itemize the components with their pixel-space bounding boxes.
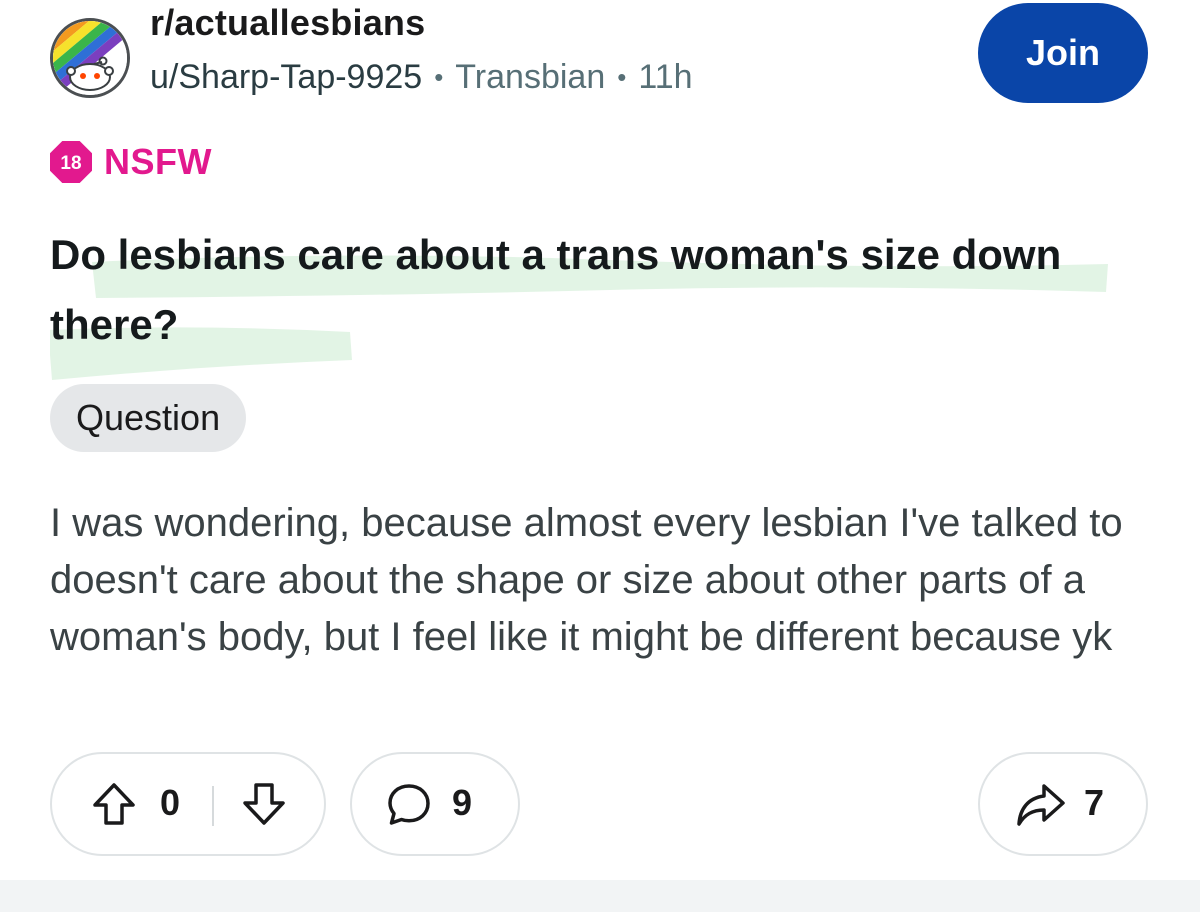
share-arrow-icon: [1016, 782, 1066, 828]
user-flair: Transbian: [455, 58, 606, 96]
nsfw-badge-text: 18: [60, 153, 81, 174]
comments-button[interactable]: 9: [350, 752, 520, 856]
speech-bubble-icon: [386, 782, 432, 828]
post-title[interactable]: Do lesbians care about a trans woman's s…: [50, 220, 1160, 360]
nsfw-tag: 18 NSFW: [50, 140, 212, 184]
share-button[interactable]: 7: [978, 752, 1148, 856]
subreddit-name[interactable]: r/actuallesbians: [150, 2, 425, 44]
post-meta: u/Sharp-Tap-9925 • Transbian • 11h: [150, 58, 693, 97]
vote-divider: [212, 786, 214, 826]
subreddit-avatar-icon[interactable]: [50, 18, 130, 98]
feed-divider: [0, 880, 1200, 912]
arrow-up-icon[interactable]: [90, 780, 138, 828]
meta-separator: •: [617, 62, 627, 92]
post-title-container: Do lesbians care about a trans woman's s…: [50, 220, 1160, 380]
vote-control: 0: [50, 752, 326, 856]
post-flair[interactable]: Question: [50, 384, 247, 452]
share-count: 7: [1084, 782, 1105, 823]
nsfw-18-icon: 18: [50, 141, 92, 183]
vote-count: 0: [160, 782, 181, 823]
post-time: 11h: [638, 58, 693, 96]
author-username[interactable]: u/Sharp-Tap-9925: [150, 58, 422, 97]
nsfw-label: NSFW: [104, 141, 212, 182]
comment-count: 9: [452, 782, 473, 823]
meta-separator: •: [434, 62, 444, 92]
join-button[interactable]: Join: [978, 3, 1148, 103]
post-body: I was wondering, because almost every le…: [50, 501, 1123, 659]
arrow-down-icon[interactable]: [240, 780, 288, 828]
post-card: r/actuallesbians u/Sharp-Tap-9925 • Tran…: [0, 0, 1200, 880]
